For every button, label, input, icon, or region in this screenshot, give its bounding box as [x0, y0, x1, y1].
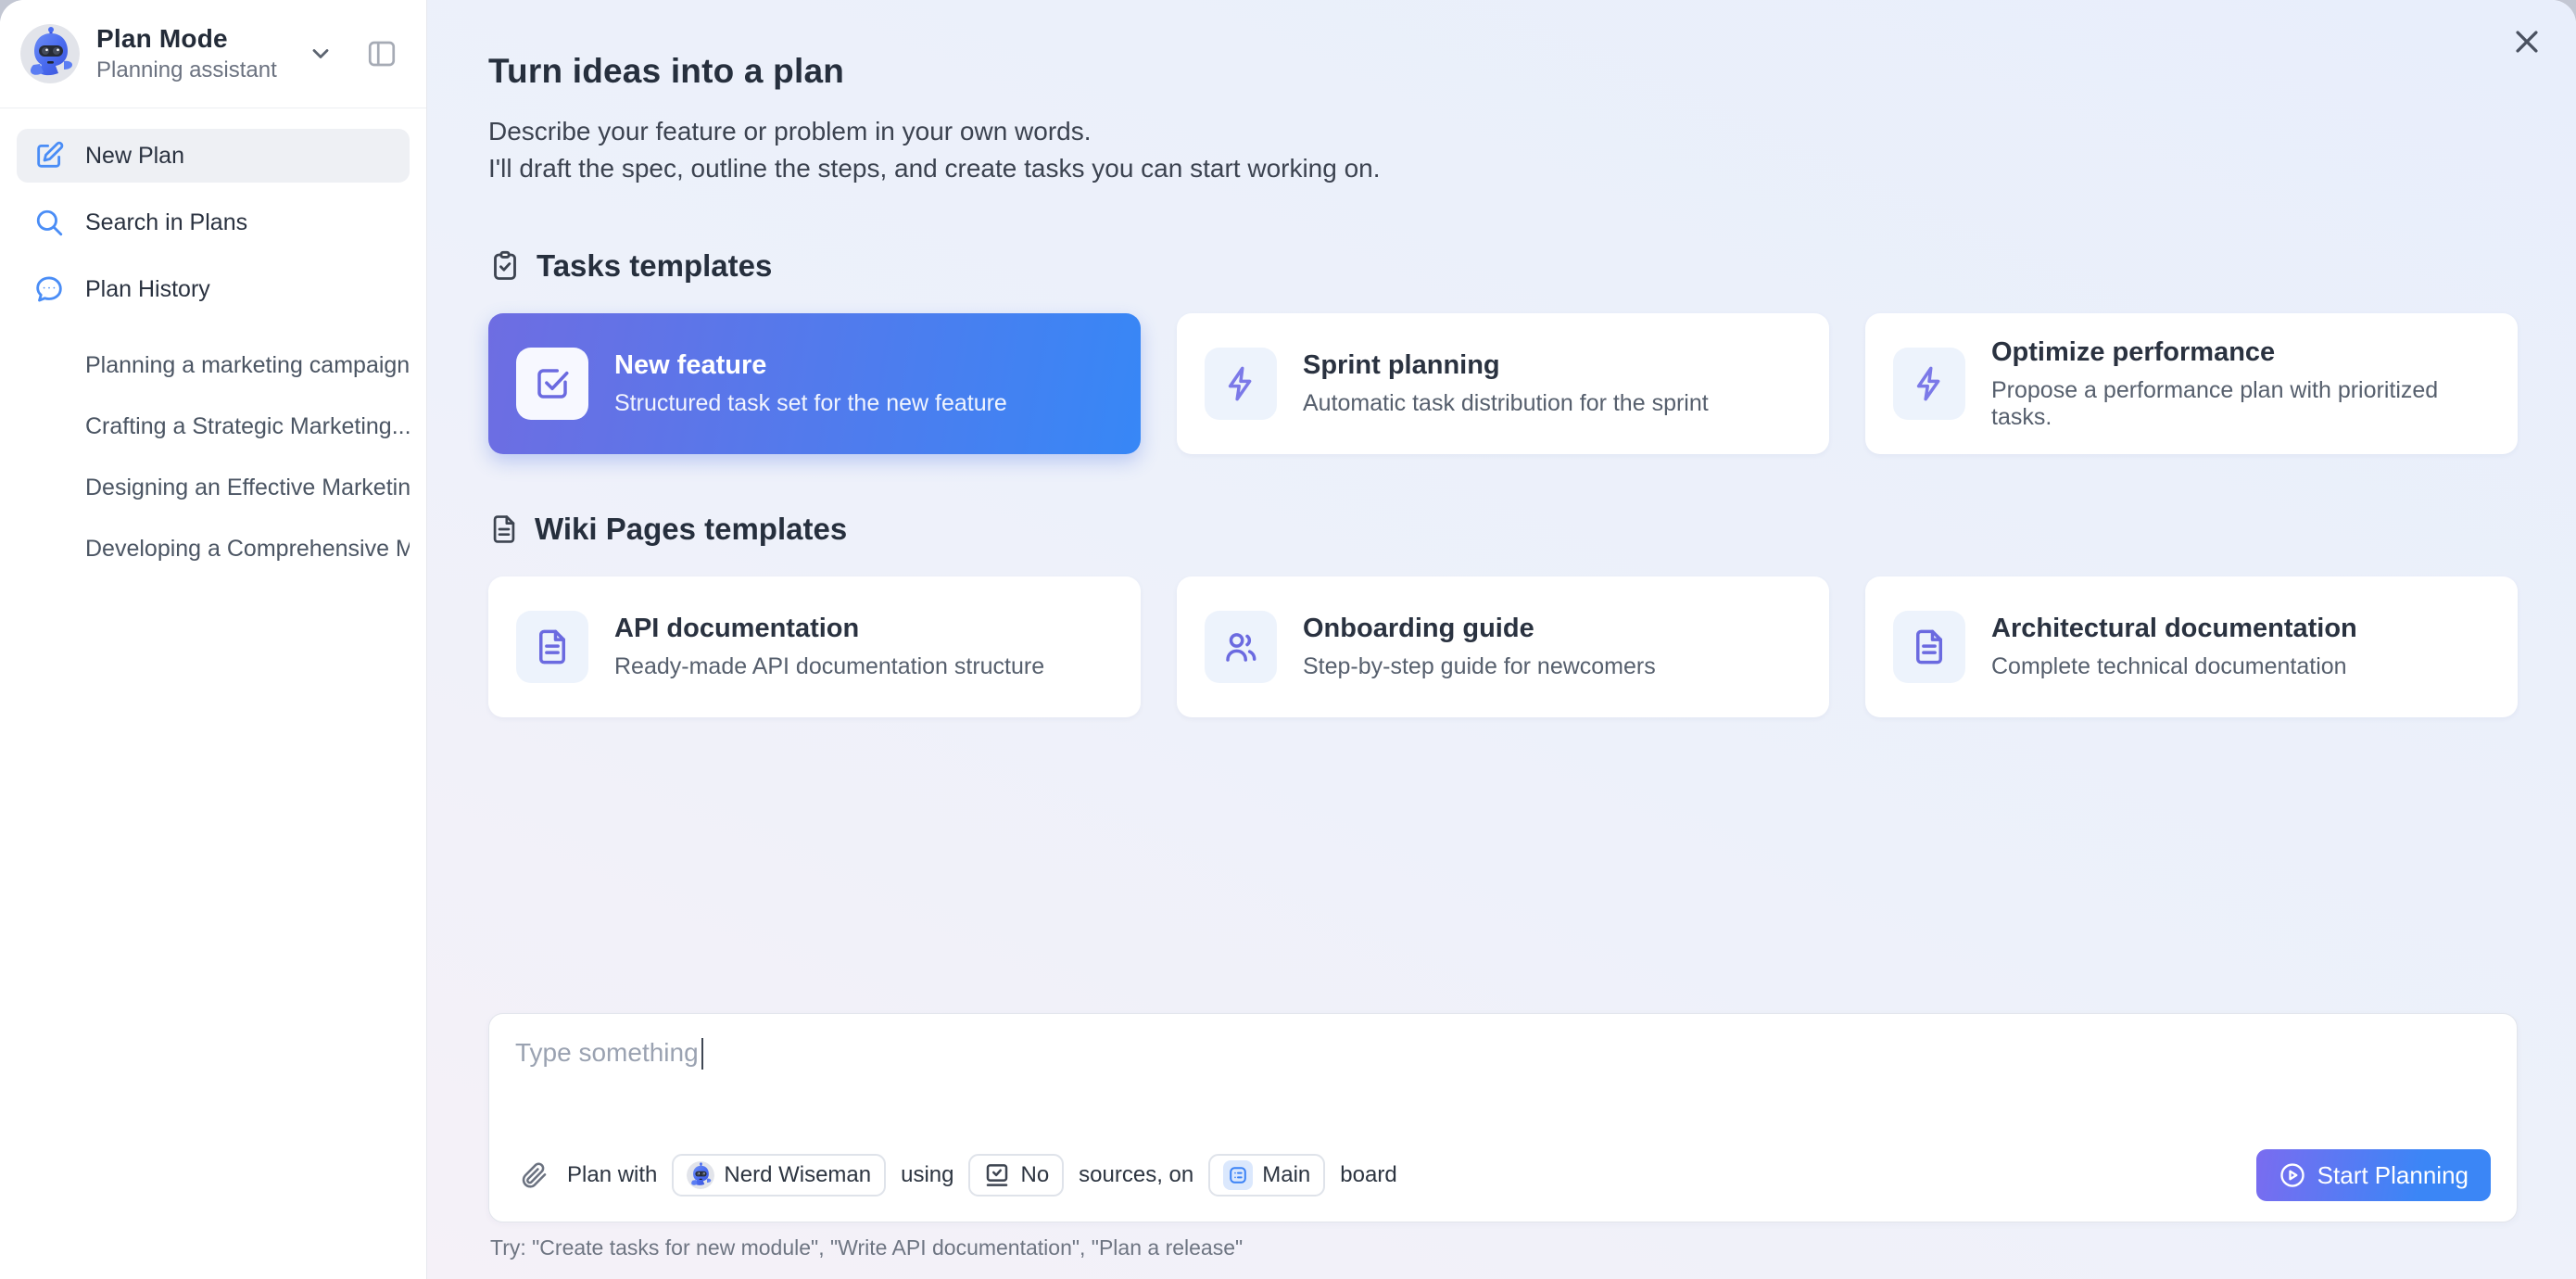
page-title: Turn ideas into a plan — [488, 52, 2518, 91]
toggle-sidebar-button[interactable] — [361, 33, 402, 74]
assistant-avatar — [20, 24, 80, 83]
template-card-architectural-documentation[interactable]: Architectural documentation Complete tec… — [1865, 576, 2518, 717]
card-subtitle: Complete technical documentation — [1991, 653, 2357, 680]
bolt-icon — [1910, 364, 1949, 403]
card-icon-box — [516, 348, 588, 420]
board-value: Main — [1262, 1162, 1310, 1188]
description-line: I'll draft the spec, outline the steps, … — [488, 150, 2518, 187]
sidebar-item-label: New Plan — [85, 143, 184, 170]
sources-label: sources, on — [1079, 1162, 1193, 1188]
card-subtitle: Propose a performance plan with prioriti… — [1991, 377, 2490, 431]
document-icon — [488, 513, 520, 545]
mode-dropdown-button[interactable] — [304, 37, 337, 70]
sidebar-item-plan-history[interactable]: Plan History — [17, 262, 410, 316]
play-circle-icon — [2279, 1161, 2306, 1189]
clipboard-check-icon — [488, 249, 522, 283]
board-chip[interactable]: Main — [1208, 1154, 1325, 1197]
composer-toolbar: Plan with Nerd Wiseman using No sources,… — [515, 1149, 2491, 1201]
wiki-template-cards: API documentation Ready-made API documen… — [488, 576, 2518, 717]
sidebar-item-label: Search in Plans — [85, 209, 247, 236]
sources-chip[interactable]: No — [968, 1154, 1064, 1197]
document-icon — [533, 627, 572, 666]
card-title: Optimize performance — [1991, 337, 2490, 368]
card-subtitle: Ready-made API documentation structure — [614, 653, 1044, 680]
page-description: Describe your feature or problem in your… — [488, 113, 2518, 187]
main-panel: Turn ideas into a plan Describe your fea… — [427, 0, 2576, 1279]
chat-bubble-icon — [33, 273, 65, 305]
plan-mode-panel: Plan Mode Planning assistant New Plan Se… — [0, 0, 2576, 1279]
sidebar-header: Plan Mode Planning assistant — [0, 0, 426, 108]
composer-placeholder: Type something — [515, 1038, 699, 1068]
template-card-new-feature[interactable]: New feature Structured task set for the … — [488, 313, 1141, 454]
tasks-template-cards: New feature Structured task set for the … — [488, 313, 2518, 454]
checkbox-icon — [533, 364, 572, 403]
tasks-templates-heading: Tasks templates — [488, 248, 2518, 284]
assistant-title: Plan Mode — [96, 24, 304, 54]
template-card-onboarding-guide[interactable]: Onboarding guide Step-by-step guide for … — [1177, 576, 1829, 717]
bolt-icon — [1221, 364, 1260, 403]
board-icon — [1223, 1160, 1253, 1190]
composer-input[interactable]: Type something — [515, 1038, 2491, 1149]
card-subtitle: Automatic task distribution for the spri… — [1303, 390, 1709, 417]
text-caret — [701, 1038, 703, 1070]
users-icon — [1221, 627, 1260, 666]
edit-icon — [33, 140, 65, 171]
card-title: Onboarding guide — [1303, 614, 1656, 644]
close-icon — [2511, 26, 2543, 57]
composer: Type something Plan with Nerd Wiseman us… — [488, 1013, 2518, 1222]
assistant-titles: Plan Mode Planning assistant — [96, 24, 304, 83]
description-line: Describe your feature or problem in your… — [488, 113, 2518, 150]
card-title: API documentation — [614, 614, 1044, 644]
assignee-chip[interactable]: Nerd Wiseman — [672, 1154, 886, 1197]
start-planning-label: Start Planning — [2317, 1161, 2469, 1190]
card-title: Sprint planning — [1303, 350, 1709, 381]
card-icon-box — [1205, 348, 1277, 420]
card-icon-box — [1893, 611, 1965, 683]
document-icon — [1910, 627, 1949, 666]
card-icon-box — [516, 611, 588, 683]
assignee-avatar — [687, 1161, 714, 1189]
close-button[interactable] — [2506, 20, 2548, 66]
sidebar-item-new-plan[interactable]: New Plan — [17, 129, 410, 183]
template-card-optimize-performance[interactable]: Optimize performance Propose a performan… — [1865, 313, 2518, 454]
card-title: New feature — [614, 350, 1007, 381]
chevron-down-icon — [308, 41, 334, 67]
assistant-subtitle: Planning assistant — [96, 57, 304, 83]
history-item[interactable]: Planning a marketing campaign — [17, 335, 410, 396]
card-title: Architectural documentation — [1991, 614, 2357, 644]
plan-history-list: Planning a marketing campaign Crafting a… — [0, 329, 426, 579]
wiki-templates-heading: Wiki Pages templates — [488, 512, 2518, 547]
section-title: Tasks templates — [537, 248, 772, 284]
sidebar: Plan Mode Planning assistant New Plan Se… — [0, 0, 427, 1279]
assignee-name: Nerd Wiseman — [724, 1162, 871, 1188]
sidebar-nav: New Plan Search in Plans Plan History — [0, 108, 426, 329]
attach-button[interactable] — [515, 1157, 552, 1194]
template-card-sprint-planning[interactable]: Sprint planning Automatic task distribut… — [1177, 313, 1829, 454]
board-label: board — [1340, 1162, 1396, 1188]
sidebar-item-label: Plan History — [85, 276, 210, 303]
suggestions-hint: Try: "Create tasks for new module", "Wri… — [490, 1235, 2518, 1260]
card-subtitle: Structured task set for the new feature — [614, 390, 1007, 417]
start-planning-button[interactable]: Start Planning — [2256, 1149, 2491, 1201]
paperclip-icon — [519, 1160, 549, 1190]
using-label: using — [901, 1162, 953, 1188]
card-icon-box — [1893, 348, 1965, 420]
sidebar-panel-icon — [365, 37, 398, 70]
history-item[interactable]: Crafting a Strategic Marketing... — [17, 396, 410, 457]
sources-value: No — [1020, 1162, 1049, 1188]
sources-icon — [983, 1161, 1011, 1189]
template-card-api-documentation[interactable]: API documentation Ready-made API documen… — [488, 576, 1141, 717]
sidebar-item-search-in-plans[interactable]: Search in Plans — [17, 196, 410, 249]
search-icon — [33, 207, 65, 238]
history-item[interactable]: Designing an Effective Marketin... — [17, 457, 410, 518]
card-subtitle: Step-by-step guide for newcomers — [1303, 653, 1656, 680]
plan-with-label: Plan with — [567, 1162, 657, 1188]
history-item[interactable]: Developing a Comprehensive M... — [17, 518, 410, 579]
section-title: Wiki Pages templates — [535, 512, 847, 547]
card-icon-box — [1205, 611, 1277, 683]
